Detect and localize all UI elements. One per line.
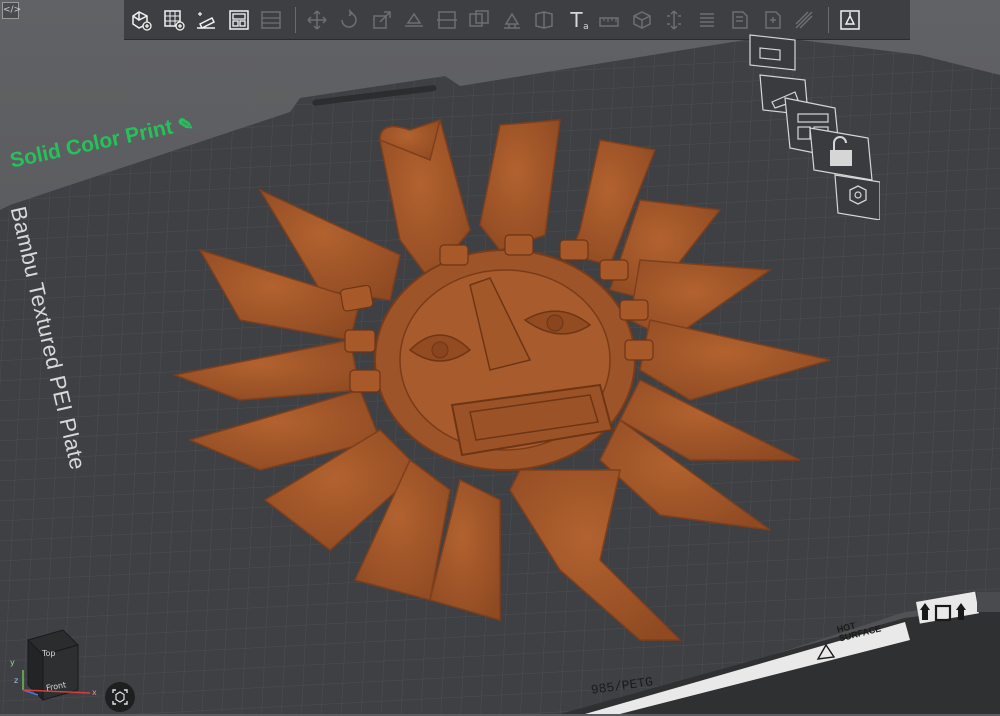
pin-icon[interactable] (920, 603, 930, 620)
toolbar-separator (827, 6, 829, 33)
fuzzy-skin-icon[interactable] (692, 3, 722, 37)
move-icon[interactable] (302, 3, 332, 37)
view-cube-top-label: Top (42, 649, 56, 658)
pin-icon[interactable] (956, 603, 966, 620)
boolean-icon[interactable] (464, 3, 494, 37)
assembly-icon[interactable] (627, 3, 657, 37)
axis-x-label: x (92, 688, 97, 697)
split-layout-icon[interactable] (256, 3, 286, 37)
add-plate-icon[interactable] (159, 3, 189, 37)
support-paint-icon[interactable] (497, 3, 527, 37)
auto-orient-icon[interactable] (191, 3, 221, 37)
seam-paint-icon[interactable] (529, 3, 559, 37)
text-tool-icon[interactable]: Ta (562, 3, 592, 37)
measure-icon[interactable] (594, 3, 624, 37)
square-icon[interactable] (934, 604, 952, 622)
lay-on-face-icon[interactable] (399, 3, 429, 37)
view-cube[interactable] (8, 625, 103, 710)
toolbar-separator (294, 6, 296, 33)
plate-settings-icon[interactable] (834, 174, 880, 220)
plate-lock-icon[interactable] (809, 127, 873, 181)
rotate-icon[interactable] (334, 3, 364, 37)
focus-icon (112, 689, 128, 705)
add-object-icon[interactable] (126, 3, 156, 37)
collapse-sidebar-button[interactable]: </> (2, 2, 21, 19)
variable-layer-icon[interactable] (659, 3, 689, 37)
cut-icon[interactable] (432, 3, 462, 37)
axis-y-label: y (10, 658, 15, 667)
plate-side-toolbar (749, 34, 880, 220)
plate-arrange-icon[interactable] (749, 34, 796, 71)
axis-z-label: z (14, 676, 19, 685)
fit-view-button[interactable] (105, 682, 135, 712)
arrange-icon[interactable] (224, 3, 254, 37)
plate-quick-icons (920, 603, 966, 622)
scale-icon[interactable] (367, 3, 397, 37)
